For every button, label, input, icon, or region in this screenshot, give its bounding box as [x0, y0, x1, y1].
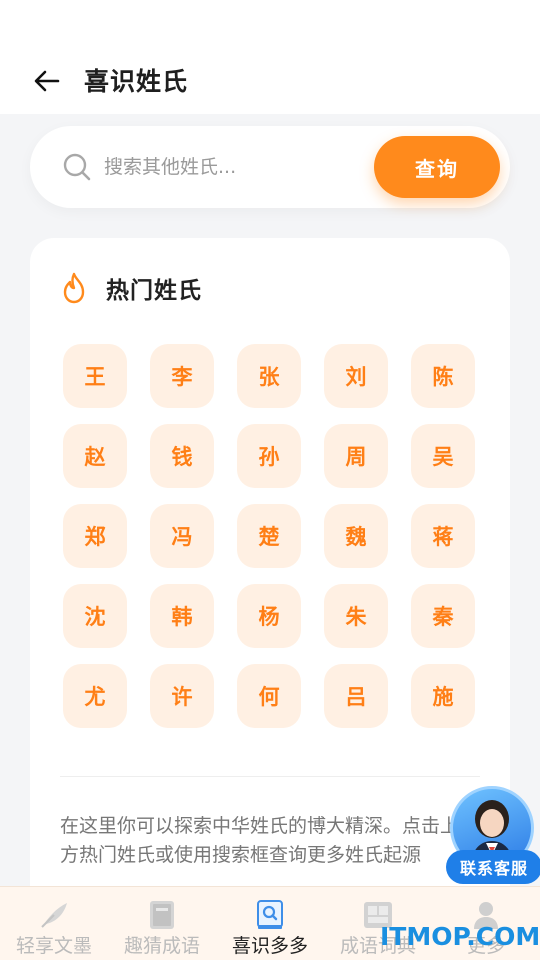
arrow-left-icon — [34, 70, 60, 92]
search-button[interactable]: 查询 — [374, 136, 500, 198]
card-header: 热门姓氏 — [60, 270, 202, 306]
surname-button[interactable]: 朱 — [324, 584, 388, 648]
search-bar: 查询 — [30, 126, 510, 208]
surname-button[interactable]: 郑 — [63, 504, 127, 568]
surname-button[interactable]: 沈 — [63, 584, 127, 648]
customer-service-button[interactable]: 联系客服 — [444, 786, 540, 886]
surname-button[interactable]: 李 — [150, 344, 214, 408]
hot-surnames-card: 热门姓氏 王 李 张 刘 陈 赵 钱 孙 周 吴 郑 冯 楚 魏 蒋 沈 韩 杨… — [30, 238, 510, 938]
surname-button[interactable]: 赵 — [63, 424, 127, 488]
watermark-text: ITMOP.COM — [380, 922, 540, 951]
surname-button[interactable]: 杨 — [237, 584, 301, 648]
status-bar — [0, 0, 540, 44]
surname-button[interactable]: 陈 — [411, 344, 475, 408]
surname-button[interactable]: 楚 — [237, 504, 301, 568]
surname-button[interactable]: 钱 — [150, 424, 214, 488]
surname-button[interactable]: 周 — [324, 424, 388, 488]
tab-label: 趣猜成语 — [123, 935, 200, 957]
search-input[interactable] — [104, 146, 374, 188]
surname-button[interactable]: 秦 — [411, 584, 475, 648]
surname-button[interactable]: 韩 — [150, 584, 214, 648]
surname-button[interactable]: 尤 — [63, 664, 127, 728]
surname-button[interactable]: 许 — [150, 664, 214, 728]
top-bar: 喜识姓氏 — [0, 44, 540, 114]
description-text: 在这里你可以探索中华姓氏的博大精深。点击上方热门姓氏或使用搜索框查询更多姓氏起源 — [60, 815, 460, 866]
fire-icon — [63, 272, 85, 304]
feather-icon — [37, 899, 71, 931]
tab-quchai-chengyu[interactable]: 趣猜成语 — [108, 887, 216, 960]
book-icon — [145, 899, 179, 931]
surname-button[interactable]: 吕 — [324, 664, 388, 728]
surname-button[interactable]: 张 — [237, 344, 301, 408]
search-icon — [63, 153, 91, 181]
search-book-icon — [253, 899, 287, 931]
surname-button[interactable]: 吴 — [411, 424, 475, 488]
back-button[interactable] — [30, 66, 64, 96]
surname-grid: 王 李 张 刘 陈 赵 钱 孙 周 吴 郑 冯 楚 魏 蒋 沈 韩 杨 朱 秦 … — [63, 344, 479, 728]
surname-button[interactable]: 施 — [411, 664, 475, 728]
surname-button[interactable]: 冯 — [150, 504, 214, 568]
tab-label: 喜识多多 — [231, 935, 308, 957]
surname-button[interactable]: 孙 — [237, 424, 301, 488]
tab-qingxiang-wenmo[interactable]: 轻享文墨 — [0, 887, 108, 960]
card-title: 热门姓氏 — [106, 278, 202, 304]
surname-button[interactable]: 何 — [237, 664, 301, 728]
tab-label: 轻享文墨 — [15, 935, 92, 957]
surname-button[interactable]: 魏 — [324, 504, 388, 568]
surname-button[interactable]: 蒋 — [411, 504, 475, 568]
divider — [60, 776, 480, 777]
surname-button[interactable]: 王 — [63, 344, 127, 408]
surname-button[interactable]: 刘 — [324, 344, 388, 408]
page-title: 喜识姓氏 — [84, 67, 189, 96]
customer-service-label: 联系客服 — [446, 850, 540, 884]
tab-xishi-duoduo[interactable]: 喜识多多 — [216, 887, 324, 960]
